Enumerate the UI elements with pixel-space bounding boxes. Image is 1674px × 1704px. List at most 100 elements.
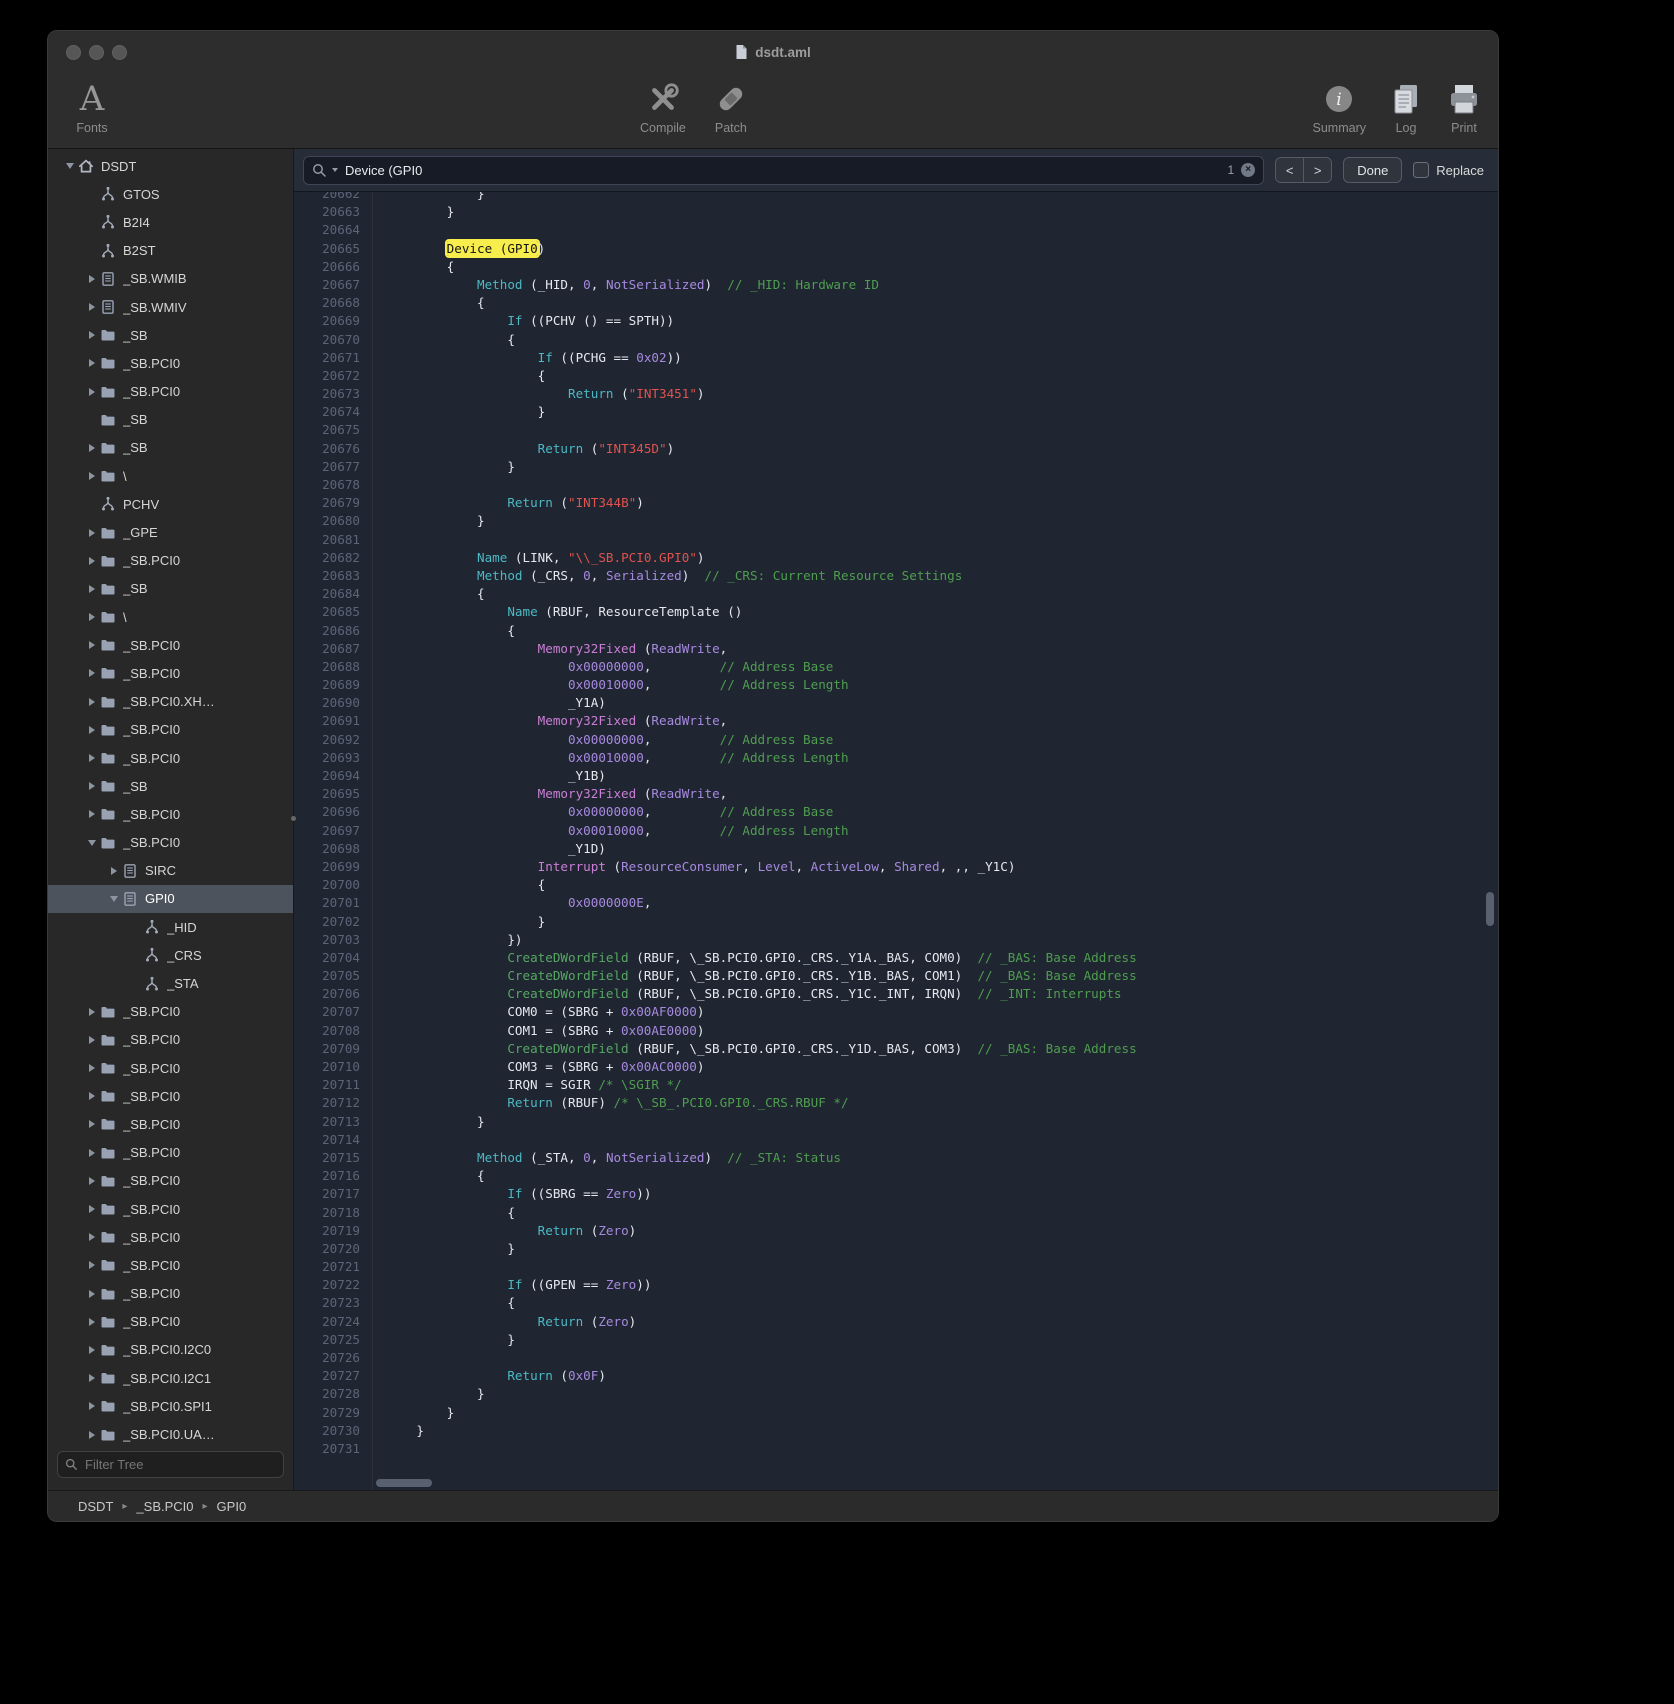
disclosure-triangle[interactable] [84,299,99,315]
sidebar-item-sbpci0i2c0[interactable]: _SB.PCI0.I2C0 [48,1336,293,1364]
clear-search-button[interactable]: × [1241,163,1255,177]
sidebar-item-sbpci0[interactable]: _SB.PCI0 [48,349,293,377]
disclosure-triangle[interactable] [84,1342,99,1358]
sidebar-item-sbpci0[interactable]: _SB.PCI0 [48,631,293,659]
sidebar-item-sbpci0xh[interactable]: _SB.PCI0.XH… [48,688,293,716]
disclosure-triangle[interactable] [84,665,99,681]
sidebar-item-sbpci0[interactable]: _SB.PCI0 [48,1082,293,1110]
sidebar-item-sbpci0[interactable]: _SB.PCI0 [48,1308,293,1336]
sidebar-item-sbpci0[interactable]: _SB.PCI0 [48,829,293,857]
sidebar-item-sbpci0[interactable]: _SB.PCI0 [48,1280,293,1308]
disclosure-triangle[interactable] [84,1032,99,1048]
compile-button[interactable]: Compile [640,78,686,135]
code-editor[interactable]: 20662 }20663 }2066420665 Device (GPI0)20… [294,192,1498,1490]
disclosure-triangle[interactable] [84,609,99,625]
print-button[interactable]: Print [1446,78,1482,135]
splitter-handle[interactable] [291,816,296,821]
patch-button[interactable]: Patch [712,78,750,135]
sidebar-item-sbpci0[interactable]: _SB.PCI0 [48,998,293,1026]
disclosure-triangle[interactable] [84,750,99,766]
sidebar-item-gpi0[interactable]: GPI0 [48,885,293,913]
breadcrumb-item[interactable]: GPI0 [217,1499,247,1514]
sidebar-item-sb[interactable]: _SB [48,575,293,603]
find-field[interactable]: 1 × [303,156,1264,185]
find-input[interactable] [343,162,1223,179]
fonts-button[interactable]: A Fonts [62,78,122,135]
sidebar-item-sbpci0[interactable]: _SB.PCI0 [48,1026,293,1054]
sidebar-item-sbpci0[interactable]: _SB.PCI0 [48,716,293,744]
close-button[interactable] [66,45,81,60]
disclosure-triangle[interactable] [106,891,121,907]
sidebar-item-sta[interactable]: _STA [48,969,293,997]
sidebar-item-sbpci0[interactable]: _SB.PCI0 [48,1110,293,1138]
disclosure-triangle[interactable] [84,553,99,569]
sidebar-item-sbpci0[interactable]: _SB.PCI0 [48,1251,293,1279]
breadcrumb-item[interactable]: DSDT [78,1499,113,1514]
sidebar-item-b2st[interactable]: B2ST [48,237,293,265]
disclosure-triangle[interactable] [84,1427,99,1443]
sidebar-item-sbpci0[interactable]: _SB.PCI0 [48,1167,293,1195]
sidebar-item-gpe[interactable]: _GPE [48,518,293,546]
sidebar-item-pchv[interactable]: PCHV [48,490,293,518]
sidebar-item-root[interactable]: \ [48,603,293,631]
sidebar-item-b2i4[interactable]: B2I4 [48,208,293,236]
sidebar-item-sb[interactable]: _SB [48,321,293,349]
replace-checkbox[interactable] [1413,162,1429,178]
disclosure-triangle[interactable] [84,440,99,456]
sidebar-item-root[interactable]: \ [48,462,293,490]
filter-input[interactable] [83,1456,276,1473]
disclosure-triangle[interactable] [84,355,99,371]
disclosure-triangle[interactable] [84,637,99,653]
disclosure-triangle[interactable] [84,1370,99,1386]
horizontal-scrollbar[interactable] [376,1479,432,1487]
sidebar-item-sbpci0[interactable]: _SB.PCI0 [48,1054,293,1082]
disclosure-triangle[interactable] [84,581,99,597]
sidebar-item-sirc[interactable]: SIRC [48,857,293,885]
disclosure-triangle[interactable] [84,468,99,484]
disclosure-triangle[interactable] [84,1398,99,1414]
summary-button[interactable]: i Summary [1313,78,1366,135]
disclosure-triangle[interactable] [84,384,99,400]
log-button[interactable]: Log [1388,78,1424,135]
disclosure-triangle[interactable] [84,1145,99,1161]
sidebar-item-sb[interactable]: _SB [48,406,293,434]
zoom-button[interactable] [112,45,127,60]
sidebar-item-sbpci0[interactable]: _SB.PCI0 [48,378,293,406]
disclosure-triangle[interactable] [84,525,99,541]
disclosure-triangle[interactable] [84,1229,99,1245]
disclosure-triangle[interactable] [84,1286,99,1302]
sidebar-item-sbpci0ua[interactable]: _SB.PCI0.UA… [48,1420,293,1443]
done-button[interactable]: Done [1343,157,1402,183]
sidebar-item-sbpci0[interactable]: _SB.PCI0 [48,547,293,575]
disclosure-triangle[interactable] [84,1173,99,1189]
sidebar-item-hid[interactable]: _HID [48,913,293,941]
find-next-button[interactable]: > [1303,158,1331,182]
minimize-button[interactable] [89,45,104,60]
disclosure-triangle[interactable] [84,694,99,710]
disclosure-triangle[interactable] [62,158,77,174]
sidebar-item-sbpci0spi1[interactable]: _SB.PCI0.SPI1 [48,1392,293,1420]
vertical-scrollbar[interactable] [1486,892,1494,926]
sidebar-item-sb[interactable]: _SB [48,772,293,800]
filter-field[interactable] [57,1451,284,1478]
disclosure-triangle[interactable] [84,1004,99,1020]
disclosure-triangle[interactable] [84,1116,99,1132]
find-previous-button[interactable]: < [1276,158,1303,182]
disclosure-triangle[interactable] [84,1060,99,1076]
disclosure-triangle[interactable] [84,1257,99,1273]
sidebar-item-sb[interactable]: _SB [48,434,293,462]
disclosure-triangle[interactable] [84,806,99,822]
sidebar-item-sbpci0[interactable]: _SB.PCI0 [48,1223,293,1251]
sidebar-item-crs[interactable]: _CRS [48,941,293,969]
disclosure-triangle[interactable] [84,1201,99,1217]
sidebar-item-sbpci0i2c1[interactable]: _SB.PCI0.I2C1 [48,1364,293,1392]
sidebar-item-sbpci0[interactable]: _SB.PCI0 [48,659,293,687]
disclosure-triangle[interactable] [84,327,99,343]
disclosure-triangle[interactable] [84,835,99,851]
sidebar-item-sbwmib[interactable]: _SB.WMIB [48,265,293,293]
sidebar-item-gtos[interactable]: GTOS [48,180,293,208]
sidebar-item-sbpci0[interactable]: _SB.PCI0 [48,800,293,828]
breadcrumb-item[interactable]: _SB.PCI0 [136,1499,193,1514]
disclosure-triangle[interactable] [84,1088,99,1104]
sidebar-item-sbpci0[interactable]: _SB.PCI0 [48,1195,293,1223]
